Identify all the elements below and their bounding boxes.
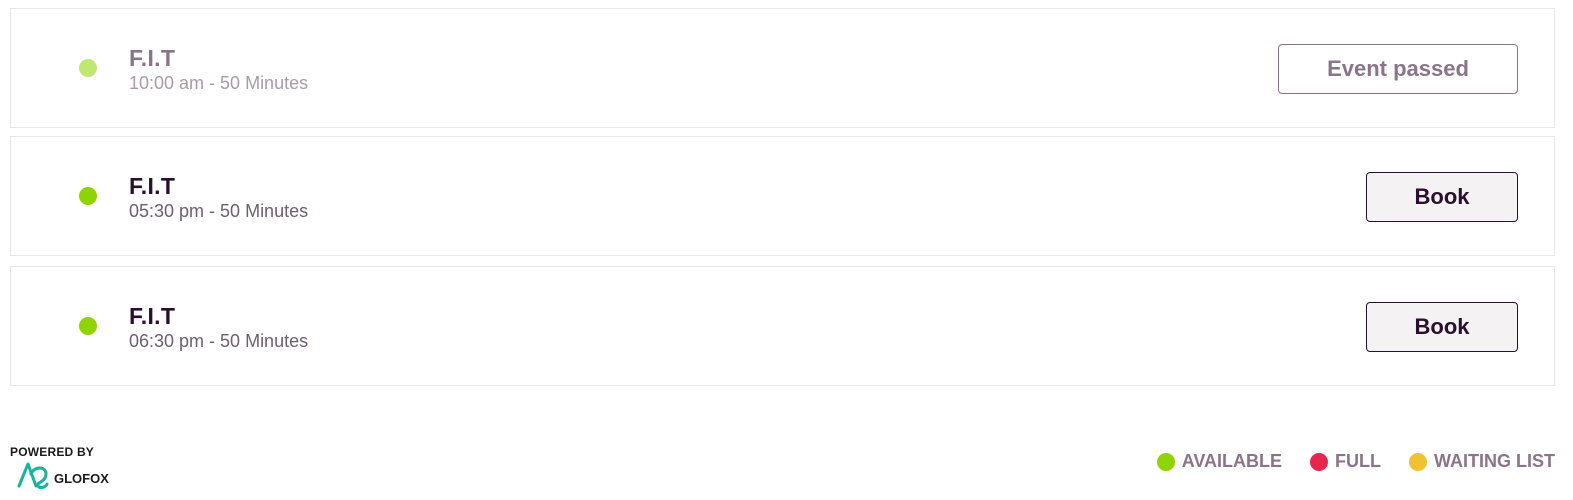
available-dot-icon [1156, 452, 1175, 471]
event-time: 05:30 pm - 50 Minutes [129, 201, 309, 221]
event-time: 06:30 pm - 50 Minutes [129, 331, 309, 351]
full-dot-icon [1310, 452, 1329, 471]
availability-legend: AVAILABLE FULL WAITING LIST [1129, 451, 1555, 472]
event-name: F.I.T [129, 173, 176, 199]
book-button[interactable]: Book [1366, 172, 1518, 222]
legend-item-waiting-list: WAITING LIST [1409, 451, 1555, 472]
legend-label: FULL [1335, 451, 1381, 471]
waiting-list-dot-icon [1409, 452, 1427, 471]
event-time: 10:00 am - 50 Minutes [129, 73, 309, 93]
legend-label: WAITING LIST [1434, 451, 1555, 471]
glofox-logo[interactable]: GLOFOX [16, 460, 109, 490]
event-row: F.I.T 05:30 pm - 50 Minutes Book [10, 136, 1555, 256]
event-name: F.I.T [129, 303, 176, 329]
legend-item-full: FULL [1310, 451, 1381, 472]
event-name: F.I.T [129, 45, 176, 71]
legend-label: AVAILABLE [1181, 451, 1283, 471]
legend-item-available: AVAILABLE [1156, 451, 1283, 472]
event-row: F.I.T 06:30 pm - 50 Minutes Book [10, 266, 1555, 386]
availability-dot-icon [79, 187, 97, 205]
event-passed-button: Event passed [1278, 44, 1518, 94]
glofox-logo-icon [17, 462, 49, 489]
availability-dot-icon [79, 59, 97, 77]
availability-dot-icon [79, 317, 97, 335]
powered-by-label: POWERED BY [10, 445, 95, 459]
book-button[interactable]: Book [1366, 302, 1518, 352]
event-row: F.I.T 10:00 am - 50 Minutes Event passed [10, 8, 1555, 128]
glofox-logo-text: GLOFOX [54, 470, 109, 486]
